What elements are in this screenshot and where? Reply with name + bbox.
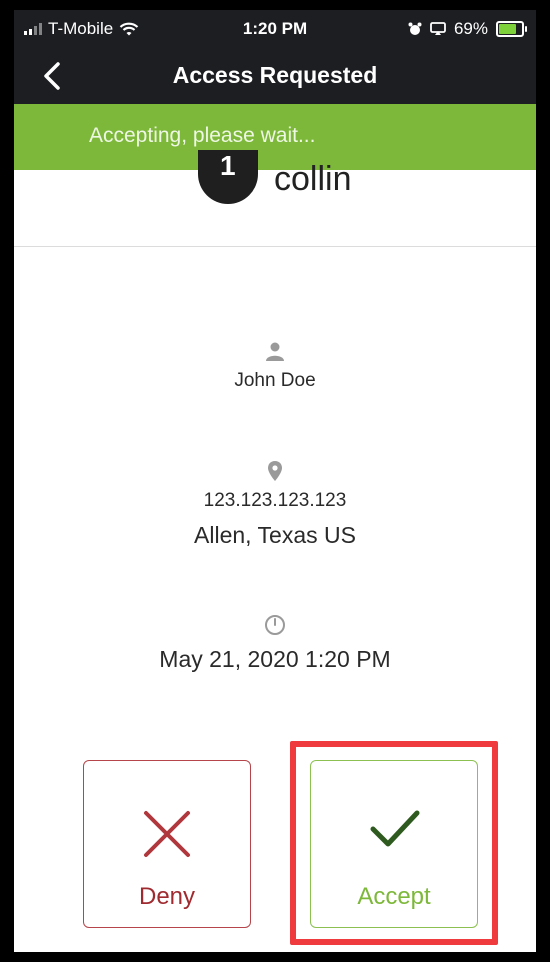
clock-icon [265, 615, 285, 635]
phone-frame: T-Mobile 1:20 PM 69% Access Requested Ac… [0, 0, 550, 962]
checkmark-icon [370, 810, 420, 847]
location-pin-icon [268, 461, 282, 481]
request-datetime: May 21, 2020 1:20 PM [159, 646, 391, 672]
status-right: 69% [408, 19, 527, 39]
battery-fill [499, 24, 516, 34]
accept-label: Accept [357, 883, 431, 910]
location-info: 123.123.123.123 Allen, Texas US [14, 460, 536, 549]
battery-percent: 69% [453, 19, 488, 38]
account-badge: 1 [198, 150, 258, 204]
page-title: Access Requested [172, 62, 378, 88]
banner-text: Accepting, please wait... [89, 124, 316, 147]
account-badge-number: 1 [220, 150, 236, 181]
account-header: 1 collin [14, 150, 536, 247]
status-bar: T-Mobile 1:20 PM 69% [14, 10, 536, 48]
phone-screen: T-Mobile 1:20 PM 69% Access Requested Ac… [14, 10, 536, 952]
alarm-icon [408, 22, 422, 35]
user-info: John Doe [14, 340, 536, 392]
user-icon [266, 342, 284, 361]
accept-button[interactable]: Accept [310, 760, 478, 928]
ip-address: 123.123.123.123 [203, 490, 347, 511]
account-name: collin [274, 160, 352, 198]
location-text: Allen, Texas US [194, 522, 356, 548]
user-name: John Doe [234, 370, 316, 391]
deny-button[interactable]: Deny [83, 760, 251, 928]
screen-mirroring-icon [430, 22, 446, 35]
time-info: May 21, 2020 1:20 PM [14, 614, 536, 673]
close-icon [144, 811, 190, 857]
battery-icon [496, 21, 527, 37]
deny-label: Deny [138, 883, 196, 910]
navigation-bar: Access Requested [14, 48, 536, 104]
